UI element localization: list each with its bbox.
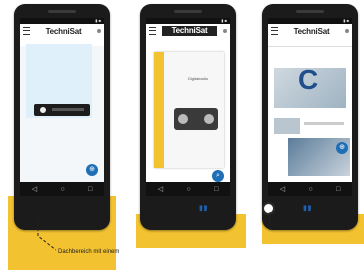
callout-text: Dachbereich mit einem <box>58 249 120 255</box>
mockup-scene: ▮ ■ TechniSat ⊕ ◁ ○ □ ▮ ■ TechniSat Digi… <box>0 0 364 270</box>
callout-lines <box>37 212 271 251</box>
callout-leader-left <box>37 218 57 251</box>
